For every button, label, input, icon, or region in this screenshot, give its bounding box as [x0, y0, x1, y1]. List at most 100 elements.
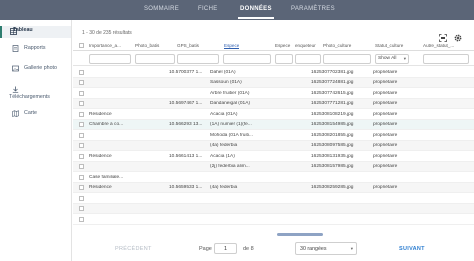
cell-espece: Sassoun (01A)	[210, 80, 242, 85]
page-number-input[interactable]: 1	[214, 243, 237, 254]
table-row[interactable]: Résidence 10.5659533 1... (4a) federbia …	[73, 182, 474, 193]
filter-input[interactable]	[275, 54, 293, 64]
filter-input[interactable]	[89, 54, 131, 64]
row-checkbox[interactable]	[79, 153, 84, 159]
row-checkbox[interactable]	[79, 174, 84, 180]
filter-input[interactable]	[323, 54, 371, 64]
cell-gps: 10.5661413 1...	[169, 153, 203, 159]
cell-photo-culture: 1625308108219.jpg	[311, 111, 354, 117]
page-label: Page	[199, 246, 212, 252]
column-header[interactable]: Photo_batis	[135, 43, 167, 48]
sidebar: Tableau Rapports Gallerie photo Téléchar…	[0, 20, 72, 261]
expand-icon[interactable]	[438, 29, 447, 42]
column-header[interactable]: Importance_a...	[89, 43, 133, 48]
table-row[interactable]: Résidence 10.5661413 1... Acacia (1A) 16…	[73, 151, 474, 162]
table-row[interactable]	[73, 214, 474, 225]
cell-statut: propriétaire	[373, 153, 398, 159]
column-header[interactable]: GPS_batis	[177, 43, 209, 48]
sidebar-item-gallerie-photo[interactable]: Gallerie photo	[0, 64, 71, 75]
row-checkbox[interactable]	[79, 206, 84, 211]
sidebar-item-telechargements[interactable]: Téléchargements	[0, 86, 71, 103]
filter-input[interactable]	[223, 54, 271, 64]
horizontal-scrollbar[interactable]	[277, 233, 323, 236]
sidebar-item-label: Tableau	[13, 27, 33, 33]
column-header[interactable]: enqueteur	[295, 43, 323, 48]
tab-fiche[interactable]: FICHE	[198, 6, 218, 12]
download-icon	[12, 86, 19, 93]
filter-input[interactable]	[135, 54, 175, 64]
column-header[interactable]: Statut_culture	[375, 43, 421, 48]
sidebar-item-tableau[interactable]: Tableau	[0, 26, 71, 38]
table-row[interactable]: 10.5697467 1... Dandaneigal (01A) 162530…	[73, 98, 474, 109]
cell-gps: 10.5697467 1...	[169, 101, 203, 106]
row-checkbox[interactable]	[79, 69, 84, 75]
cell-importance: Case familiale...	[89, 174, 124, 180]
table-header: Importance_a... Photo_batis GPS_batis Es…	[73, 41, 474, 51]
filter-input[interactable]	[423, 54, 469, 64]
row-checkbox[interactable]	[79, 195, 84, 201]
column-header-sorted[interactable]: Espece	[224, 43, 240, 49]
cell-espece: Acacia (1A)	[210, 153, 235, 159]
row-checkbox[interactable]	[79, 122, 84, 127]
table-row[interactable]: Case familiale...	[73, 172, 474, 183]
row-checkbox[interactable]	[79, 143, 84, 148]
cell-espece: Arbre fruitier (01A)	[210, 90, 250, 96]
row-checkbox[interactable]	[79, 216, 84, 222]
column-header[interactable]: Autre_statut_...	[423, 43, 471, 48]
cell-espece: (1A) numier (1)(fe...	[210, 122, 252, 127]
top-navigation: SOMMAIRE FICHE DONNÉES PARAMÈTRES	[0, 0, 474, 20]
row-checkbox[interactable]	[79, 132, 84, 138]
row-checkbox[interactable]	[79, 111, 84, 117]
tab-parametres[interactable]: PARAMÈTRES	[291, 6, 335, 12]
previous-page-button[interactable]: PRÉCÉDENT	[115, 246, 152, 252]
filter-input[interactable]	[177, 54, 219, 64]
cell-espece: (2j) federbia alim...	[210, 164, 250, 169]
cell-espece: Acacia (01A)	[210, 111, 238, 117]
table-row[interactable]: Arbre fruitier (01A) 1625307742615.jpg p…	[73, 88, 474, 99]
filter-select[interactable]: Show All ▾	[375, 54, 409, 64]
cell-statut: propriétaire	[373, 132, 398, 138]
row-checkbox[interactable]	[79, 80, 84, 85]
row-checkbox[interactable]	[79, 101, 84, 106]
tab-donnees[interactable]: DONNÉES	[238, 6, 274, 19]
select-all-checkbox[interactable]	[79, 43, 84, 48]
row-checkbox[interactable]	[79, 90, 84, 96]
table-row[interactable]: Résidence Acacia (01A) 1625308108219.jpg…	[73, 109, 474, 120]
row-checkbox[interactable]	[79, 185, 84, 190]
column-header[interactable]: Photo_culture	[323, 43, 369, 48]
cell-espece: (4a) federbia	[210, 185, 238, 190]
data-table-panel: 1 - 30 de 235 résultats Importance_a... …	[73, 20, 474, 261]
report-icon	[12, 45, 19, 52]
photo-gallery-icon	[12, 65, 19, 72]
results-count: 1 - 30 de 235 résultats	[82, 30, 132, 36]
table-row[interactable]: (2j) federbia alim... 1625308157985.jpg …	[73, 161, 474, 172]
sidebar-item-label: Gallerie photo	[24, 65, 57, 71]
table-row[interactable]	[73, 193, 474, 204]
filter-select-value: Show All	[378, 56, 397, 61]
cell-photo-culture: 1625307724881.jpg	[311, 80, 354, 85]
cell-gps: 10.566293 13...	[169, 122, 203, 127]
cell-photo-culture: 1625308259285.jpg	[311, 185, 354, 190]
cell-photo-culture: 1625308154985.jpg	[311, 122, 354, 127]
chevron-down-icon: ▾	[350, 246, 353, 251]
column-header[interactable]: Espece	[275, 43, 295, 48]
sidebar-item-rapports[interactable]: Rapports	[0, 44, 71, 55]
filter-row: Show All ▾	[73, 52, 474, 66]
table-row[interactable]: Sassoun (01A) 1625307724881.jpg propriét…	[73, 77, 474, 88]
table-row-highlighted[interactable]: Chambre à co... 10.566293 13... (1A) num…	[73, 119, 474, 130]
next-page-button[interactable]: SUIVANT	[399, 246, 425, 252]
cell-espece: Mohoda (01A fruiti...	[210, 132, 253, 138]
table-row[interactable]: 10.5700377 1... Dahel (01A) 162530770238…	[73, 67, 474, 78]
cell-statut: propriétaire	[373, 164, 398, 169]
rows-per-page-select[interactable]: 30 rangées ▾	[295, 242, 357, 255]
table-row[interactable]	[73, 203, 474, 214]
tab-sommaire[interactable]: SOMMAIRE	[144, 6, 179, 12]
table-row[interactable]: (4a) federbia 1625308097585.jpg propriét…	[73, 140, 474, 151]
row-checkbox[interactable]	[79, 164, 84, 169]
cell-photo-culture: 1625307771281.jpg	[311, 101, 354, 106]
filter-input[interactable]	[295, 54, 321, 64]
table-row[interactable]: Mohoda (01A fruiti... 1625308201855.jpg …	[73, 130, 474, 141]
sidebar-item-carte[interactable]: Carte	[0, 109, 71, 120]
cell-statut: propriétaire	[373, 122, 398, 127]
gear-icon[interactable]	[454, 29, 462, 42]
